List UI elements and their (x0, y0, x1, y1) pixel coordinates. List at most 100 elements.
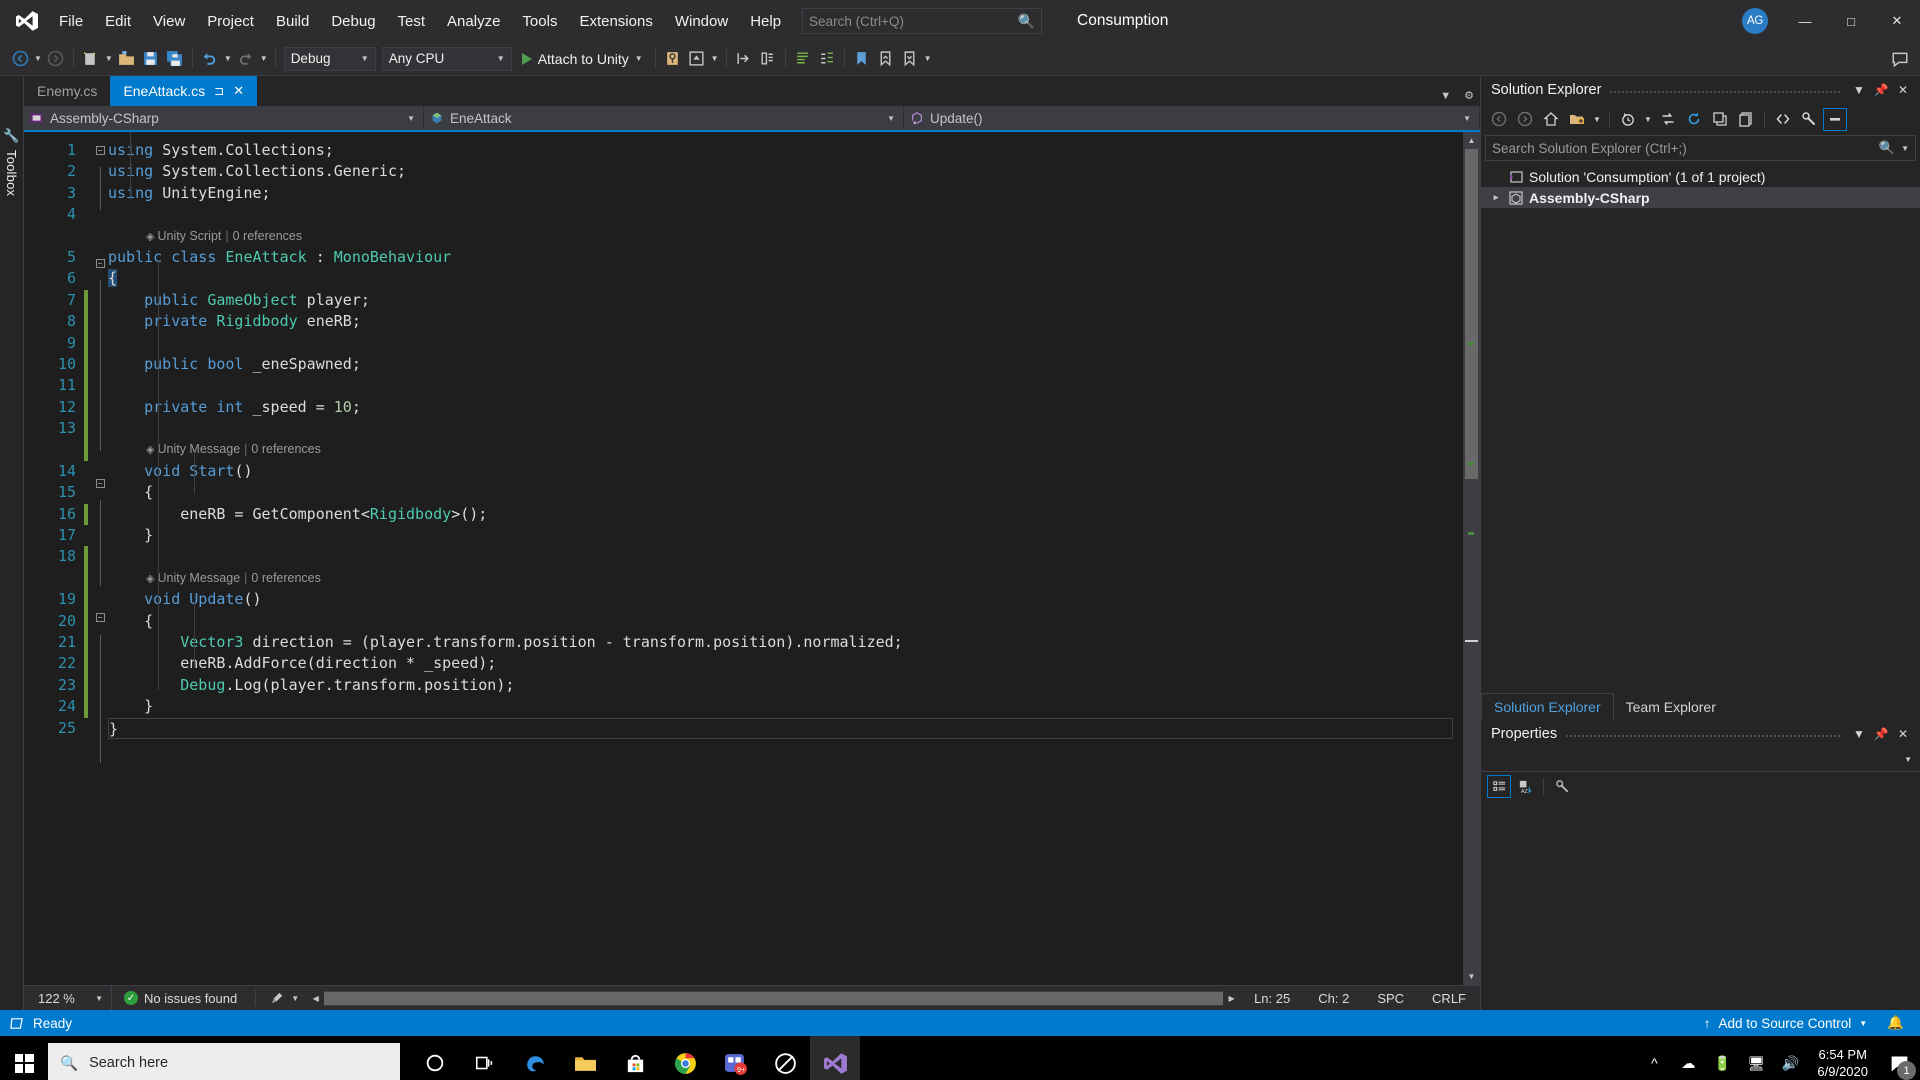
feedback-icon[interactable] (1888, 46, 1912, 72)
live-share-icon[interactable] (685, 46, 709, 72)
step-over-icon[interactable] (756, 46, 780, 72)
code-line[interactable]: } (108, 525, 1463, 546)
chevron-down-icon[interactable]: ▼ (1848, 727, 1870, 741)
tab-enemy-cs[interactable]: Enemy.cs (24, 76, 111, 106)
volume-icon[interactable]: 🔊 (1773, 1055, 1807, 1072)
code-line[interactable]: Debug.Log(player.transform.position); (108, 675, 1463, 696)
scroll-left-icon[interactable]: ◀ (307, 994, 324, 1003)
new-project-dropdown-icon[interactable]: ▼ (103, 54, 115, 63)
code-line[interactable]: using System.Collections; (108, 140, 1463, 161)
bell-icon[interactable]: 🔔 (1875, 1015, 1904, 1031)
codelens-adornment[interactable]: ◈ Unity Message | 0 references (108, 439, 1463, 460)
code-line[interactable]: public GameObject player; (108, 290, 1463, 311)
maximize-icon[interactable]: □ (1828, 0, 1874, 42)
code-line[interactable] (108, 418, 1463, 439)
active-files-dropdown-icon[interactable]: ▼ (1440, 90, 1451, 102)
save-icon[interactable] (139, 46, 163, 72)
forward-icon[interactable] (1513, 108, 1537, 131)
tab-eneattack-cs[interactable]: EneAttack.cs ⊐ ✕ (110, 76, 258, 106)
menu-tools[interactable]: Tools (511, 8, 568, 35)
tab-team-explorer[interactable]: Team Explorer (1614, 693, 1728, 720)
code-line[interactable]: } (108, 696, 1463, 717)
menu-view[interactable]: View (142, 8, 196, 35)
properties-icon[interactable] (1797, 108, 1821, 131)
toolbox-strip[interactable]: 🔧 Toolbox (0, 76, 24, 1010)
chevron-down-icon[interactable]: ▼ (1848, 83, 1870, 97)
code-line[interactable]: void Start() (108, 461, 1463, 482)
code-line[interactable]: private int _speed = 10; (108, 397, 1463, 418)
collapse-icon[interactable]: − (95, 478, 105, 488)
drag-handle[interactable] (1565, 720, 1840, 748)
code-line[interactable]: Vector3 direction = (player.transform.po… (108, 632, 1463, 653)
taskbar-clock[interactable]: 6:54 PM 6/9/2020 (1807, 1046, 1878, 1080)
close-icon[interactable]: ✕ (1892, 83, 1914, 97)
collapse-all-icon[interactable] (1708, 108, 1732, 131)
code-line[interactable]: public bool _eneSpawned; (108, 354, 1463, 375)
gear-icon[interactable]: ⚙ (1464, 89, 1474, 102)
code-text[interactable]: using System.Collections; using System.Co… (108, 132, 1463, 985)
chevron-down-icon[interactable]: ▼ (1895, 144, 1909, 153)
outlining-collapse-box[interactable]: − (92, 258, 108, 280)
code-line[interactable]: eneRB = GetComponent<Rigidbody>(); (108, 504, 1463, 525)
back-icon[interactable] (1487, 108, 1511, 131)
menu-edit[interactable]: Edit (94, 8, 142, 35)
editor-vertical-scrollbar[interactable]: ▲ ▼ (1463, 132, 1480, 985)
code-view-icon[interactable] (1771, 108, 1795, 131)
collapse-icon[interactable]: − (95, 258, 105, 268)
scroll-down-icon[interactable]: ▼ (1463, 968, 1480, 985)
redo-icon[interactable] (234, 46, 258, 72)
code-line[interactable] (108, 333, 1463, 354)
menu-debug[interactable]: Debug (320, 8, 386, 35)
task-view-icon[interactable] (460, 1036, 510, 1080)
properties-object-combo[interactable]: ▼ (1481, 748, 1920, 772)
scrollbar-thumb[interactable] (1465, 149, 1478, 479)
add-to-source-control-label[interactable]: Add to Source Control (1718, 1016, 1851, 1031)
live-share-dropdown-icon[interactable]: ▼ (709, 54, 721, 63)
undo-dropdown-icon[interactable]: ▼ (222, 54, 234, 63)
member-combo[interactable]: Update() ▼ (904, 106, 1480, 130)
new-project-icon[interactable] (79, 46, 103, 72)
code-line[interactable]: { (108, 482, 1463, 503)
outlining-margin[interactable]: − − − − (92, 132, 108, 985)
scroll-up-icon[interactable]: ▲ (1463, 132, 1480, 149)
cortana-icon[interactable] (410, 1036, 460, 1080)
sync-icon[interactable] (1656, 108, 1680, 131)
uncomment-icon[interactable] (815, 46, 839, 72)
code-line[interactable]: eneRB.AddForce(direction * _speed); (108, 653, 1463, 674)
code-line[interactable]: } (108, 717, 1453, 739)
menu-window[interactable]: Window (664, 8, 739, 35)
save-all-icon[interactable] (163, 46, 187, 72)
menu-help[interactable]: Help (739, 8, 792, 35)
issues-status[interactable]: ✓ No issues found (112, 991, 249, 1006)
show-all-files-icon[interactable] (1734, 108, 1758, 131)
tree-row-assembly-csharp[interactable]: ▸ Assembly-CSharp (1481, 187, 1920, 208)
outlining-collapse-box[interactable]: − (92, 613, 108, 634)
open-file-icon[interactable] (115, 46, 139, 72)
home-icon[interactable] (1539, 108, 1563, 131)
search-icon[interactable]: 🔍 (1879, 140, 1895, 156)
close-icon[interactable]: ✕ (233, 83, 244, 99)
hscroll-track[interactable] (324, 990, 1224, 1006)
tree-expander[interactable]: ▸ (1489, 192, 1503, 203)
attach-process-icon[interactable] (661, 46, 685, 72)
start-button[interactable] (0, 1036, 48, 1080)
menu-test[interactable]: Test (387, 8, 437, 35)
menu-extensions[interactable]: Extensions (568, 8, 663, 35)
codelens-adornment[interactable]: ◈ Unity Script | 0 references (108, 226, 1463, 247)
code-line[interactable]: { (108, 268, 1463, 289)
chevron-down-icon[interactable]: ▼ (1591, 108, 1603, 131)
code-line[interactable] (108, 375, 1463, 396)
alphabetical-icon[interactable]: AZ (1513, 775, 1537, 798)
previous-bookmark-icon[interactable] (874, 46, 898, 72)
code-line[interactable]: public class EneAttack : MonoBehaviour (108, 247, 1463, 268)
action-center-button[interactable]: 1 (1878, 1036, 1920, 1080)
solution-explorer-search[interactable]: Search Solution Explorer (Ctrl+;) 🔍 ▼ (1485, 135, 1916, 161)
outlining-collapse-box[interactable]: − (92, 478, 108, 500)
code-cleanup-button[interactable]: ▼ (262, 991, 307, 1006)
outlining-collapse-box[interactable]: − (92, 146, 108, 167)
code-line[interactable]: private Rigidbody eneRB; (108, 311, 1463, 332)
property-pages-icon[interactable] (1550, 775, 1574, 798)
tab-solution-explorer[interactable]: Solution Explorer (1481, 693, 1614, 720)
new-folder-icon[interactable] (1565, 108, 1589, 131)
zoom-combo[interactable]: 122 % ▼ (24, 986, 112, 1010)
